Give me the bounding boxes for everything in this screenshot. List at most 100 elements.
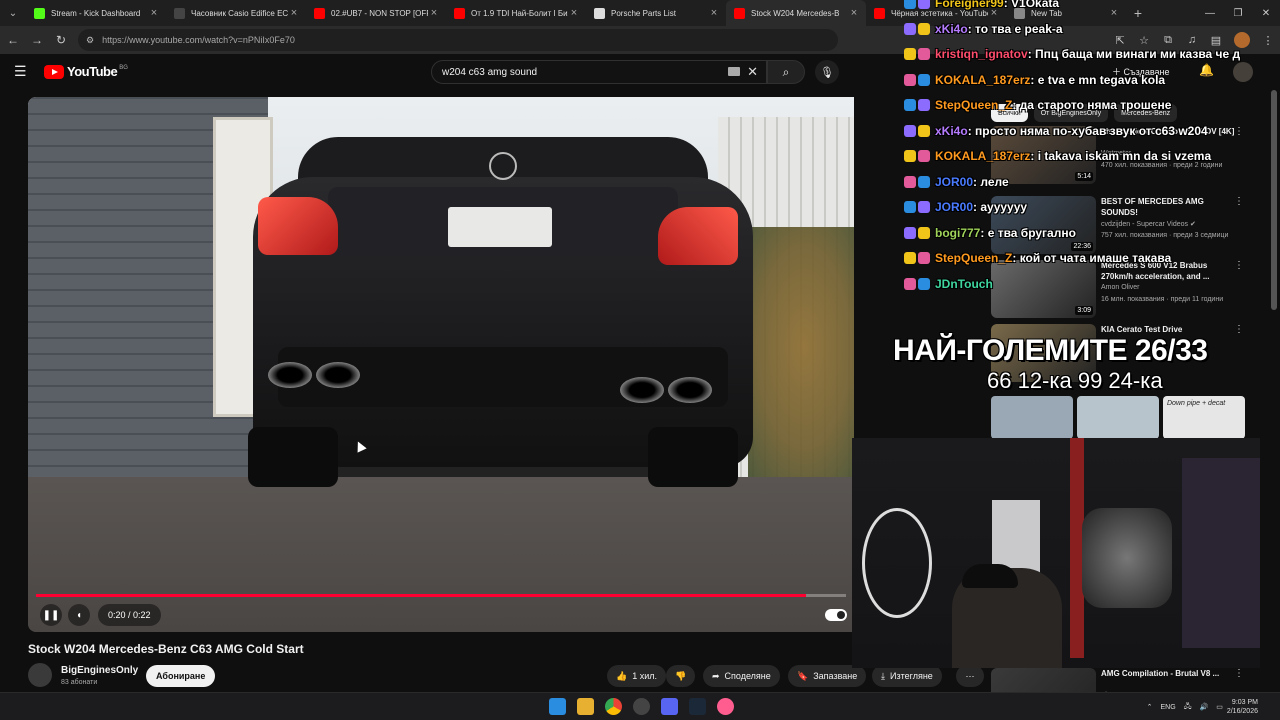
chat-username: JOR00 (935, 200, 974, 214)
tab-close-icon[interactable]: × (428, 7, 440, 19)
chat-text: : i takava iskam mn da si vzema (1030, 149, 1212, 163)
channel-avatar[interactable] (28, 663, 52, 687)
share-icon: ➦ (712, 670, 720, 681)
dislike-button[interactable]: 👎 (666, 665, 696, 687)
app-icon[interactable] (717, 698, 734, 715)
discord-icon[interactable] (661, 698, 678, 715)
browser-tab[interactable]: Часовник Casio Edifice ECB × (166, 0, 306, 26)
channel-name[interactable]: BigEnginesOnly (61, 665, 138, 676)
chat-username: JOR00 (935, 174, 974, 189)
back-icon[interactable]: ← (2, 33, 24, 47)
tab-close-icon[interactable]: × (708, 7, 720, 19)
speaker-icon[interactable]: 🔊 (1200, 703, 1209, 711)
tab-favicon-icon (454, 7, 465, 19)
volume-button[interactable]: ◖ (68, 604, 90, 626)
url-bar[interactable]: ⚙ https://www.youtube.com/watch?v=nPNiIx… (78, 29, 838, 51)
subscribe-button[interactable]: Абониране (146, 665, 216, 687)
save-button[interactable]: 🔖 Запазване (788, 665, 867, 687)
time-display: 0:20 / 0:22 (98, 604, 161, 626)
network-icon[interactable]: 🖧 (1184, 702, 1192, 713)
chat-text: : кой от чата имаше такава (1012, 251, 1172, 265)
search-button[interactable]: ⌕ (767, 60, 805, 84)
chat-username: KOKALA_187erz (935, 72, 1031, 87)
chat-username: StepQueen_Z (935, 251, 1013, 265)
tab-close-icon[interactable]: × (288, 7, 300, 19)
chat-badge-icon (904, 99, 916, 111)
stream-overlay-title: НАЙ-ГОЛЕМИТЕ 26/33 (893, 334, 1208, 367)
youtube-logo[interactable]: YouTube BG (44, 64, 128, 79)
shorts-row: Down pipe + decat (991, 396, 1245, 439)
exhaust-tip (668, 377, 712, 403)
tab-title: Часовник Casio Edifice ECB (191, 8, 288, 18)
tab-favicon-icon (174, 7, 185, 19)
clock[interactable]: 9:03 PM 2/16/2026 (1227, 698, 1258, 716)
browser-tab[interactable]: Stream - Kick Dashboard × (26, 0, 166, 26)
site-info-icon[interactable]: ⚙ (86, 35, 94, 46)
autoplay-toggle[interactable] (825, 609, 847, 621)
tab-close-icon[interactable]: × (848, 7, 860, 19)
subscriber-count: 83 абонати (61, 679, 98, 686)
reload-icon[interactable]: ↻ (50, 33, 72, 47)
chat-badge-icon (904, 73, 916, 86)
chat-badge-icon (904, 150, 916, 162)
logo-text: YouTube (67, 64, 118, 79)
forward-icon[interactable]: → (26, 33, 48, 47)
battery-icon[interactable]: ▭ (1216, 703, 1223, 711)
volume-icon: ◖ (75, 609, 83, 621)
tab-close-icon[interactable]: × (568, 7, 580, 19)
chat-message: Foreigner99 : V1Okata (904, 0, 1059, 10)
pause-button[interactable]: ❚❚ (40, 604, 62, 626)
more-options-icon[interactable]: ⋮ (1234, 324, 1244, 335)
share-button[interactable]: ➦ Споделяне (703, 665, 780, 687)
tray-chevron-icon[interactable]: ⌃ (1147, 703, 1153, 711)
browser-tab[interactable]: От 1.9 TDI Най-Болит I Бих Т × (446, 0, 586, 26)
tab-favicon-icon (734, 7, 745, 19)
hamburger-menu-icon[interactable]: ☰ (14, 63, 27, 80)
chat-badge-icon (904, 48, 916, 60)
chat-username: KOKALA_187erz (935, 149, 1031, 163)
chat-message: JOR00 : леле (904, 175, 1009, 189)
tab-search-icon[interactable]: ⌄ (0, 0, 26, 26)
download-button[interactable]: ⤓ Изтегляне (872, 665, 942, 687)
short-thumbnail[interactable] (991, 396, 1073, 439)
chat-badge-icon (904, 22, 916, 35)
chat-badge-icon (918, 48, 930, 60)
country-code: BG (119, 64, 128, 71)
browser-tab[interactable]: Stock W204 Mercedes-B × (726, 0, 866, 26)
tab-close-icon[interactable]: × (148, 7, 160, 19)
chat-badge-icon (904, 277, 916, 290)
chat-text: : е tva e mn tegava kola (1030, 72, 1166, 87)
browser-tab[interactable]: 02.#UB7 - NON STOP [OFFIC× (306, 0, 446, 26)
tab-title: 02.#UB7 - NON STOP [OFFIC (331, 8, 428, 18)
chrome-icon[interactable] (605, 698, 622, 715)
start-menu-icon[interactable] (549, 698, 566, 715)
browser-tab[interactable]: Porsche Parts List × (586, 0, 726, 26)
search-query: w204 c63 amg sound (442, 66, 538, 78)
obs-icon[interactable] (633, 698, 650, 715)
chat-username: bogi777 (935, 225, 981, 240)
chat-text: : е тва бругално (980, 225, 1076, 240)
steam-icon[interactable] (689, 698, 706, 715)
chat-username: JDnTouch (935, 276, 993, 291)
pause-icon: ❚❚ (42, 609, 60, 621)
like-button[interactable]: 👍 1 хил. (607, 665, 667, 687)
more-options-icon[interactable]: ⋮ (1234, 668, 1244, 679)
share-label: Споделяне (724, 671, 771, 681)
chat-text: : да старото няма трошене (1012, 98, 1172, 112)
more-actions-button[interactable]: ⋯ (956, 665, 984, 687)
file-explorer-icon[interactable] (577, 698, 594, 715)
short-thumbnail[interactable]: Down pipe + decat (1163, 396, 1245, 439)
video-player[interactable]: ❚❚ ◖ 0:20 / 0:22 (28, 97, 854, 632)
keyboard-icon[interactable] (728, 67, 740, 76)
progress-bar[interactable] (36, 594, 846, 597)
search-input[interactable]: w204 c63 amg sound ✕ (431, 60, 767, 84)
exhaust-tip (316, 362, 360, 388)
language-indicator[interactable]: ENG (1161, 704, 1176, 711)
tab-title: Stock W204 Mercedes-B (751, 8, 840, 18)
progress-fill (36, 594, 806, 597)
short-thumbnail[interactable] (1077, 396, 1159, 439)
video-title[interactable]: AMG Compilation - Brutal V8 ... (1101, 668, 1236, 679)
voice-search-button[interactable]: 🎙 (815, 60, 839, 84)
chat-text: : леле (973, 174, 1009, 189)
clear-search-icon[interactable]: ✕ (747, 64, 758, 80)
